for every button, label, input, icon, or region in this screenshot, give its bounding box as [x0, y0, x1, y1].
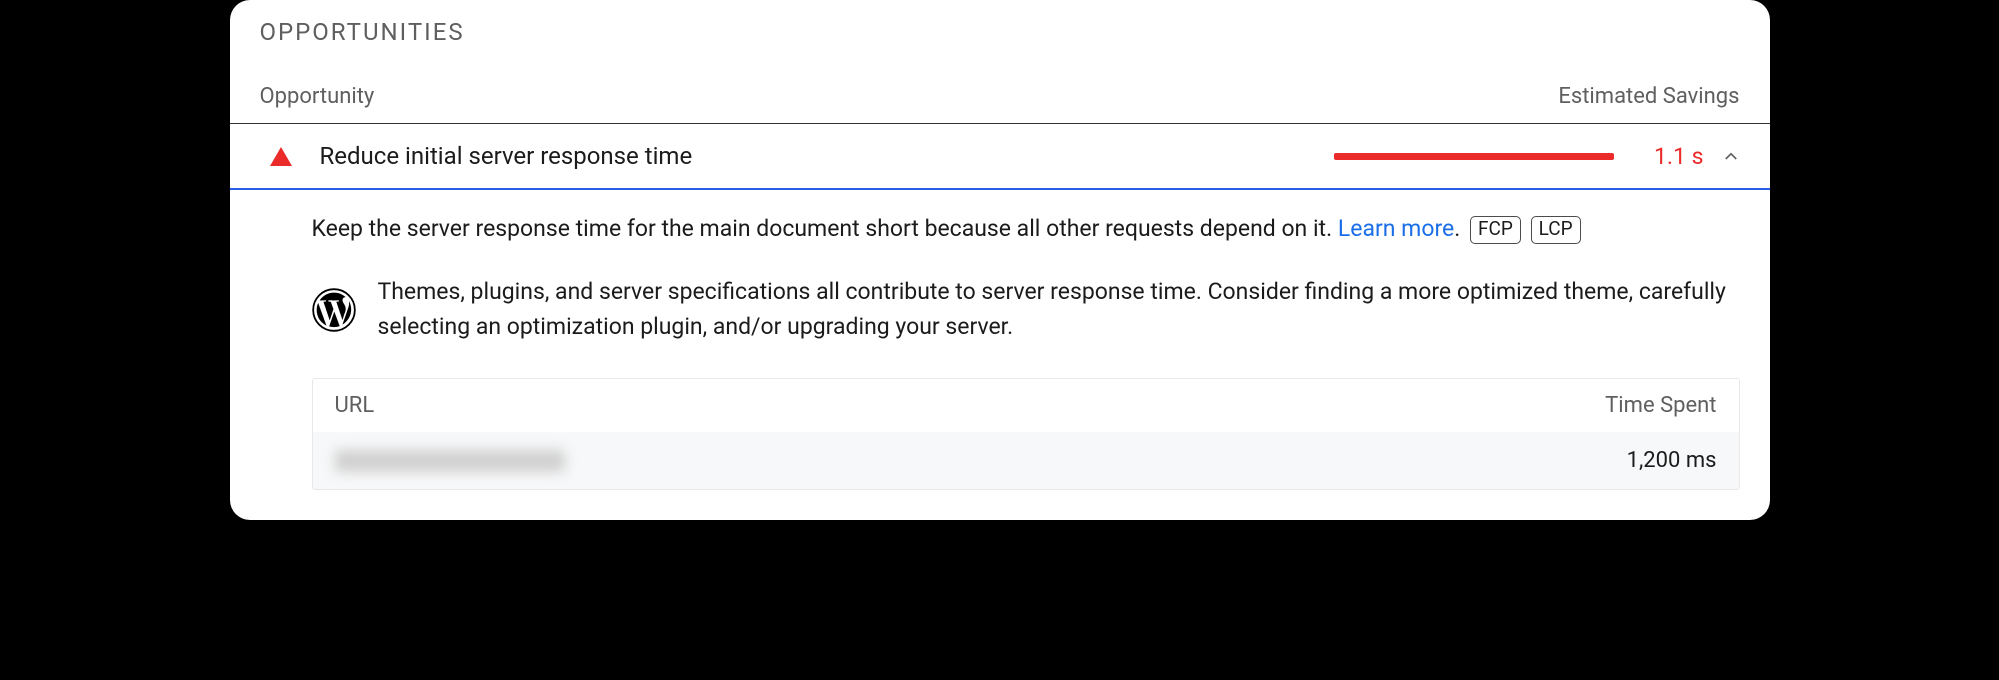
column-header-row: Opportunity Estimated Savings: [230, 58, 1770, 124]
section-title: OPPORTUNITIES: [230, 18, 1770, 58]
url-cell-redacted: [335, 450, 565, 472]
url-table: URL Time Spent 1,200 ms: [312, 378, 1740, 490]
opportunity-title: Reduce initial server response time: [320, 142, 1334, 170]
time-spent-cell: 1,200 ms: [1627, 448, 1717, 473]
advice-row: Themes, plugins, and server specificatio…: [312, 275, 1740, 344]
opportunity-row[interactable]: Reduce initial server response time 1.1 …: [230, 124, 1770, 190]
chevron-up-icon[interactable]: [1722, 147, 1740, 165]
metric-tag-lcp: LCP: [1531, 216, 1581, 244]
savings-bar: [1334, 153, 1614, 160]
advice-text: Themes, plugins, and server specificatio…: [378, 275, 1740, 344]
description-post: .: [1454, 215, 1466, 242]
opportunities-panel: OPPORTUNITIES Opportunity Estimated Savi…: [230, 0, 1770, 520]
opportunity-description: Keep the server response time for the ma…: [312, 212, 1740, 245]
opportunity-details: Keep the server response time for the ma…: [230, 190, 1770, 490]
savings-value: 1.1 s: [1644, 143, 1704, 170]
table-header: URL Time Spent: [313, 379, 1739, 432]
table-col-time: Time Spent: [1605, 393, 1716, 418]
description-text: Keep the server response time for the ma…: [312, 215, 1338, 242]
learn-more-link[interactable]: Learn more: [1338, 215, 1454, 242]
table-row: 1,200 ms: [313, 432, 1739, 489]
wordpress-icon: [312, 288, 356, 332]
warning-triangle-icon: [270, 147, 292, 166]
column-header-opportunity: Opportunity: [260, 84, 375, 109]
table-col-url: URL: [335, 393, 375, 418]
metric-tag-fcp: FCP: [1470, 216, 1521, 244]
column-header-savings: Estimated Savings: [1558, 84, 1739, 109]
